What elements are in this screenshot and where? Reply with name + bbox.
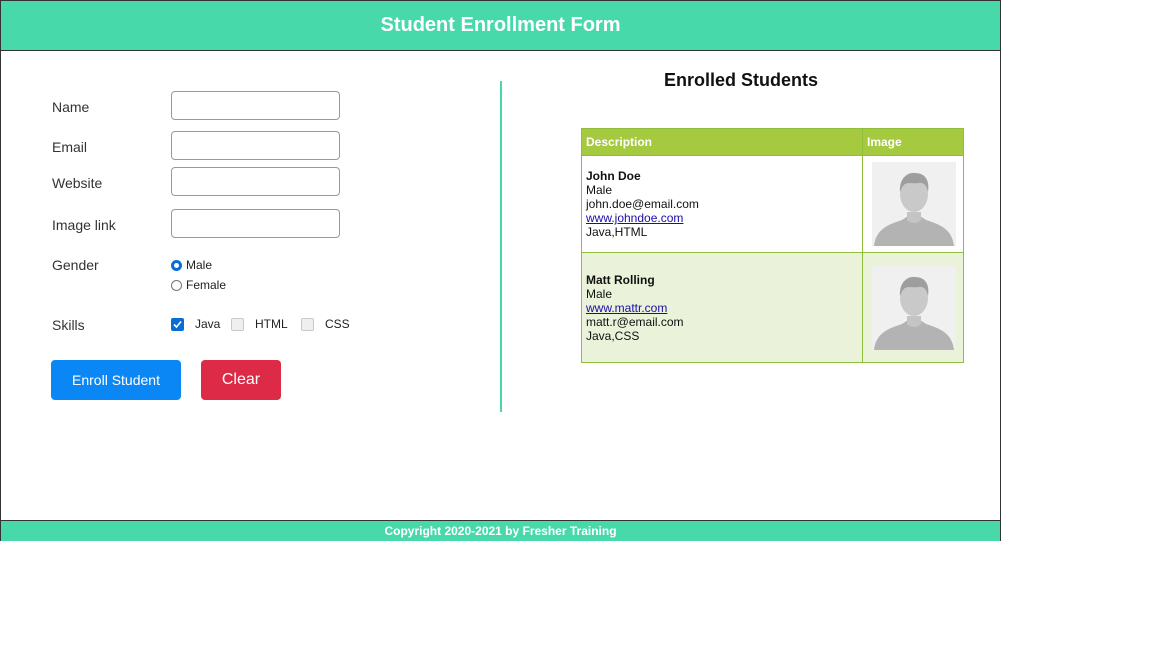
page-footer: Copyright 2020-2021 by Fresher Training	[1, 520, 1000, 541]
email-field[interactable]	[171, 131, 340, 160]
student-gender: Male	[586, 286, 613, 301]
page-title: Student Enrollment Form	[380, 14, 621, 36]
table-row: John Doe Male john.doe@email.com www.joh…	[581, 155, 964, 253]
skill-java-label: Java	[195, 317, 221, 331]
student-image-cell	[862, 252, 964, 363]
page-frame: Student Enrollment Form Name Email Websi…	[0, 0, 1001, 541]
gender-label: Gender	[52, 257, 99, 273]
student-website-link[interactable]: www.johndoe.com	[586, 211, 683, 225]
student-description: John Doe Male john.doe@email.com www.joh…	[581, 155, 863, 253]
enrolled-students-title: Enrolled Students	[663, 70, 818, 90]
skill-css[interactable]: CSS	[301, 317, 350, 331]
name-field[interactable]	[171, 91, 340, 120]
copyright-text: Copyright 2020-2021 by Fresher Training	[384, 524, 617, 538]
skill-html[interactable]: HTML	[231, 317, 288, 331]
check-icon	[173, 320, 182, 328]
gender-female-label: Female	[186, 278, 227, 292]
checkbox-java[interactable]	[171, 317, 184, 331]
student-name: Matt Rolling	[586, 272, 655, 287]
gender-female-option[interactable]: Female	[171, 278, 226, 292]
website-field[interactable]	[171, 167, 340, 196]
table-row: Matt Rolling Male www.mattr.com matt.r@e…	[581, 252, 964, 363]
radio-male[interactable]	[171, 259, 182, 271]
skills-label: Skills	[52, 317, 85, 333]
avatar	[872, 265, 956, 350]
enrolled-students-table: Description Image John Doe Male john.doe…	[581, 128, 964, 363]
radio-female[interactable]	[171, 279, 182, 291]
student-image-cell	[862, 155, 964, 253]
column-header-description: Description	[581, 128, 863, 156]
student-skills: Java,CSS	[586, 328, 640, 343]
checkbox-css[interactable]	[301, 317, 314, 331]
email-label: Email	[52, 139, 88, 155]
enroll-student-button[interactable]: Enroll Student	[51, 360, 181, 400]
student-name: John Doe	[586, 169, 641, 183]
skill-java[interactable]: Java	[171, 317, 220, 331]
name-label: Name	[52, 99, 90, 115]
user-silhouette-icon	[872, 265, 956, 350]
user-silhouette-icon	[872, 162, 956, 246]
avatar	[872, 162, 956, 246]
student-gender: Male	[586, 183, 613, 197]
clear-button[interactable]: Clear	[201, 360, 281, 400]
page-header: Student Enrollment Form	[1, 1, 1000, 51]
image-link-field[interactable]	[171, 209, 340, 238]
student-description: Matt Rolling Male www.mattr.com matt.r@e…	[581, 252, 863, 363]
student-email: matt.r@email.com	[586, 314, 684, 329]
student-skills: Java,HTML	[586, 225, 648, 239]
section-divider	[500, 81, 502, 412]
student-email: john.doe@email.com	[586, 197, 699, 211]
gender-male-label: Male	[186, 258, 213, 272]
checkbox-html[interactable]	[231, 317, 244, 331]
skill-html-label: HTML	[255, 317, 288, 331]
column-header-image: Image	[862, 128, 964, 156]
gender-male-option[interactable]: Male	[171, 258, 212, 272]
skill-css-label: CSS	[325, 317, 350, 331]
student-website-link[interactable]: www.mattr.com	[586, 301, 667, 315]
website-label: Website	[52, 175, 103, 191]
image-link-label: Image link	[52, 217, 116, 233]
table-header-row: Description Image	[581, 128, 964, 156]
